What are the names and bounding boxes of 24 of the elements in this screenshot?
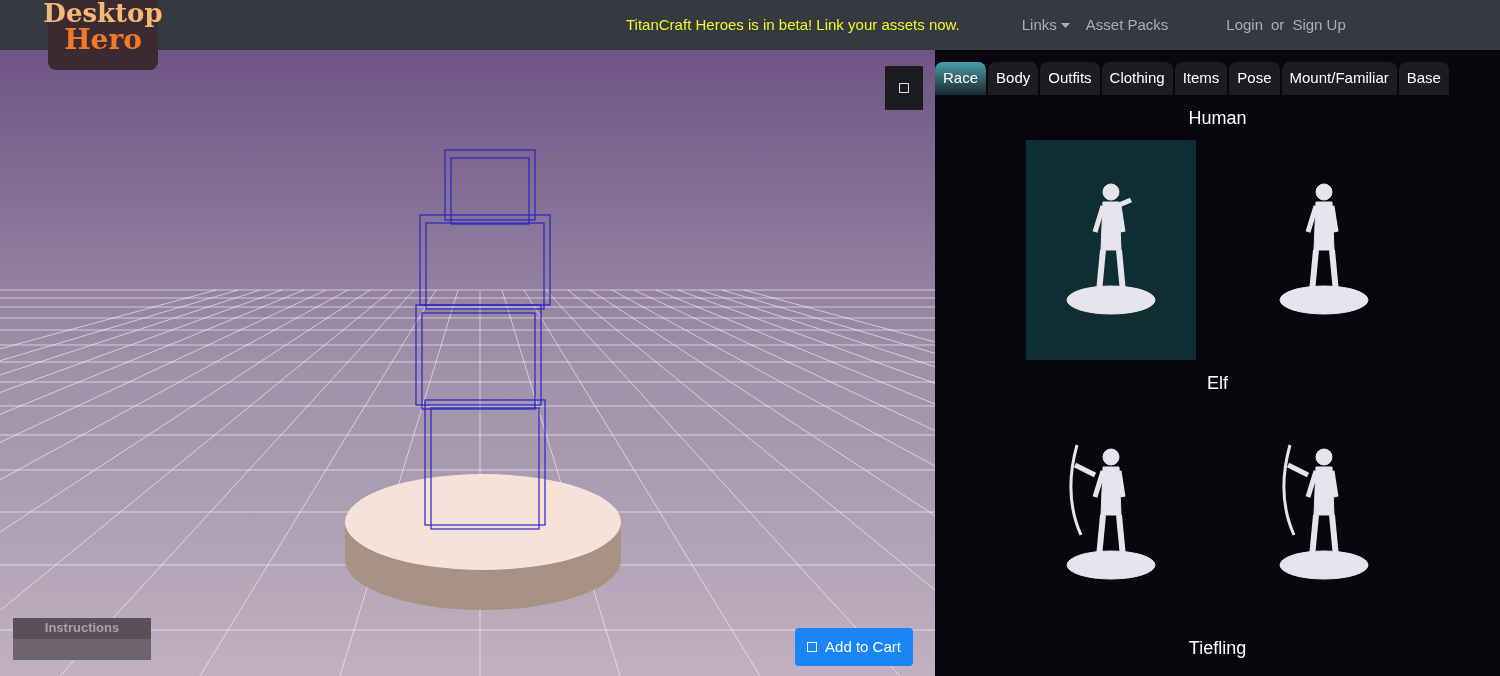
3d-viewport[interactable]: Instructions Add to Cart — [0, 50, 935, 676]
tab[interactable]: Body — [988, 62, 1039, 95]
or-text: or — [1271, 14, 1285, 35]
square-icon — [807, 642, 818, 652]
links-dropdown[interactable]: Links — [1021, 13, 1070, 37]
tab[interactable]: Clothing — [1101, 62, 1173, 95]
tab[interactable]: Pose — [1229, 62, 1280, 95]
tab[interactable]: Mount/Familiar — [1281, 62, 1397, 95]
tab[interactable]: Race — [935, 62, 987, 95]
tab[interactable]: Base — [1398, 62, 1449, 95]
toggle-panel-button[interactable] — [885, 66, 923, 110]
race-option[interactable] — [1026, 140, 1197, 360]
signup-link[interactable]: Sign Up — [1292, 13, 1346, 37]
caret-icon — [1060, 22, 1070, 28]
beta-announcement: TitanCraft Heroes is in beta! Link your assets now. — [626, 14, 960, 35]
add-to-cart-button[interactable]: Add to Cart — [795, 628, 913, 666]
login-link[interactable]: Login — [1226, 13, 1264, 37]
nav-link[interactable]: Asset Packs — [1085, 13, 1169, 37]
race-heading: Human — [1188, 107, 1247, 130]
square-icon — [899, 83, 909, 93]
race-heading: Tiefling — [1188, 637, 1247, 660]
race-heading: Elf — [1207, 372, 1228, 395]
tab[interactable]: Items — [1174, 62, 1228, 95]
tab[interactable]: Outfits — [1040, 62, 1100, 95]
